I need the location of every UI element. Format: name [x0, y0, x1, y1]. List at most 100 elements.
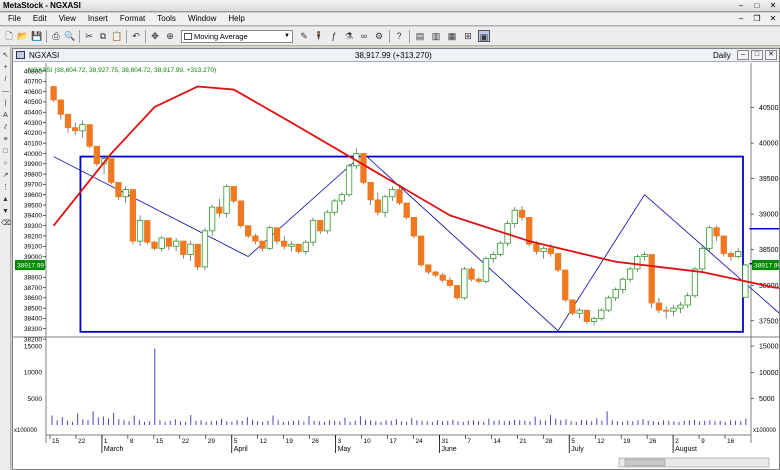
plot-indicator-icon[interactable]: ✎ — [298, 30, 310, 42]
candle-body — [727, 253, 735, 257]
candle-body — [151, 241, 158, 249]
help-icon[interactable]: ? — [393, 30, 405, 42]
print-icon[interactable]: ⎙ — [50, 30, 62, 42]
candle-body — [245, 225, 252, 237]
candle-body — [439, 274, 446, 281]
candle-body — [554, 253, 562, 271]
copy-icon[interactable]: ⧉ — [97, 30, 109, 42]
mdi-controls: – ❐ ✕ — [736, 14, 778, 23]
expert-advisor-icon[interactable]: 🕴 — [313, 30, 325, 42]
candle-body — [562, 269, 569, 301]
menu-window[interactable]: Window — [182, 13, 222, 25]
volume-axis-label-left: 5000 — [28, 396, 43, 403]
date-day-label: 19 — [623, 438, 631, 445]
system-tester-icon[interactable]: ⚙ — [373, 30, 385, 42]
menu-help[interactable]: Help — [222, 13, 250, 25]
chart-maximize-icon[interactable]: □ — [751, 50, 763, 60]
right-price-label: 39500 — [759, 176, 779, 183]
mdi-restore-icon[interactable]: ❐ — [752, 14, 762, 23]
candle-body — [64, 113, 72, 129]
candle-body — [108, 158, 115, 183]
paste-icon[interactable]: 📋 — [111, 30, 123, 42]
pan-icon[interactable]: ✥ — [149, 30, 161, 42]
binoculars-icon[interactable]: ∞ — [358, 30, 370, 42]
candle-body — [540, 247, 547, 252]
candle-body — [230, 186, 237, 202]
open-folder-icon[interactable]: 📂 — [17, 30, 29, 42]
window-layout-icon[interactable]: ▤ — [414, 30, 426, 42]
toolbar-separator — [79, 30, 80, 43]
arrow-icon[interactable]: ↗ — [1, 171, 10, 180]
candle-body — [518, 209, 526, 218]
candle-body — [432, 271, 439, 276]
candle-body — [634, 256, 641, 270]
crosshair-icon[interactable]: + — [1, 63, 10, 72]
grid-icon[interactable]: ⊞ — [462, 30, 474, 42]
price-chart[interactable]: 3820038300384003850038600387003880038900… — [13, 63, 779, 469]
vertical-line-icon[interactable]: | — [1, 99, 10, 108]
trendline-icon[interactable]: / — [1, 75, 10, 84]
undo-icon[interactable]: ↶ — [130, 30, 142, 42]
date-day-label: 17 — [390, 438, 398, 445]
tile-horizontal-icon[interactable]: ▦ — [446, 30, 458, 42]
chart-header: NGXASI 38,917.99 (+313.270) Daily – □ ✕ — [13, 49, 779, 62]
candle-body — [345, 165, 353, 196]
ellipse-icon[interactable]: ○ — [1, 159, 10, 168]
left-price-label: 38800 — [24, 275, 42, 282]
tile-vertical-icon[interactable]: ▥ — [430, 30, 442, 42]
text-tool-icon[interactable]: A — [1, 111, 10, 120]
date-day-label: 15 — [156, 438, 164, 445]
formula-icon[interactable]: ƒ — [328, 30, 340, 42]
close-icon[interactable]: ✕ — [768, 1, 778, 10]
candle-body — [576, 309, 583, 314]
candle-body — [598, 309, 605, 319]
fibonacci-icon[interactable]: ≡ — [1, 135, 10, 144]
mdi-minimize-icon[interactable]: – — [736, 14, 746, 23]
left-price-label: 40700 — [24, 79, 42, 86]
new-icon[interactable]: 🗋 — [3, 30, 15, 42]
cut-icon[interactable]: ✂ — [83, 30, 95, 42]
candle-body — [648, 254, 655, 304]
menu-insert[interactable]: Insert — [82, 13, 114, 25]
mdi-close-icon[interactable]: ✕ — [768, 14, 778, 23]
menu-view[interactable]: View — [53, 13, 82, 25]
volume-axis-label-right: 5000 — [759, 396, 775, 403]
save-icon[interactable]: 💾 — [31, 30, 43, 42]
pointer-icon[interactable]: ↖ — [1, 51, 10, 60]
print-preview-icon[interactable]: 🔍 — [64, 30, 76, 42]
candle-body — [201, 230, 209, 268]
sell-arrow-icon[interactable]: ▼ — [1, 207, 10, 216]
chevron-down-icon: ▼ — [284, 33, 290, 39]
last-price-label-right: 38917.99 — [754, 263, 779, 270]
chart-options-icon[interactable]: ▣ — [478, 30, 490, 42]
eraser-icon[interactable]: ⌫ — [1, 219, 11, 228]
left-price-label: 38400 — [24, 316, 42, 323]
explorer-icon[interactable]: ⚗ — [343, 30, 355, 42]
chart-close-icon[interactable]: ✕ — [765, 50, 777, 60]
horizontal-line-icon[interactable]: — — [1, 87, 10, 96]
candle-body — [706, 227, 713, 249]
menu-format[interactable]: Format — [114, 13, 151, 25]
rectangle-icon[interactable]: □ — [1, 147, 10, 156]
left-price-label: 40000 — [24, 151, 42, 158]
date-day-label: 21 — [519, 438, 527, 445]
minimize-icon[interactable]: – — [736, 1, 746, 10]
buy-arrow-icon[interactable]: ▲ — [1, 195, 10, 204]
left-price-label: 38500 — [24, 305, 42, 312]
channel-icon[interactable]: ⫽ — [1, 123, 10, 132]
candle-body — [50, 86, 57, 101]
indicator-select[interactable]: Moving Average ▼ — [181, 30, 293, 43]
chart-minimize-icon[interactable]: – — [737, 50, 749, 60]
candle-body — [713, 227, 720, 237]
candle-body — [699, 247, 706, 270]
trading-range-box — [79, 155, 744, 333]
menu-edit[interactable]: Edit — [27, 13, 53, 25]
candle-body — [302, 241, 309, 252]
cycle-lines-icon[interactable]: ⋮ — [1, 183, 10, 192]
candle-body — [209, 206, 216, 232]
menu-file[interactable]: File — [2, 13, 27, 25]
menu-tools[interactable]: Tools — [151, 13, 182, 25]
zoom-icon[interactable]: ⊕ — [164, 30, 176, 42]
maximize-icon[interactable]: □ — [752, 1, 762, 10]
left-price-label: 38700 — [24, 285, 42, 292]
